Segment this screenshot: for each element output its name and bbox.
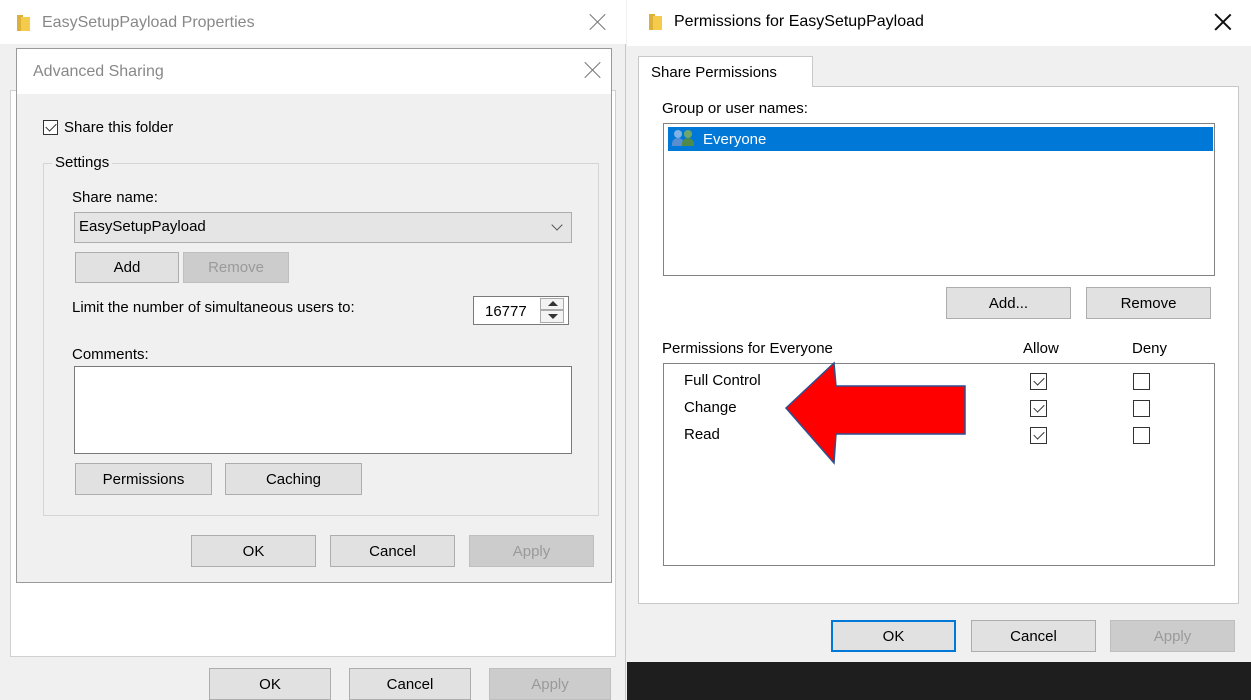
advanced-sharing-titlebar: Advanced Sharing bbox=[17, 49, 611, 94]
share-add-button[interactable]: Add bbox=[75, 252, 179, 283]
deny-change-checkbox[interactable] bbox=[1133, 400, 1150, 417]
comments-label: Comments: bbox=[72, 346, 149, 363]
perm-add-button[interactable]: Add... bbox=[946, 287, 1071, 319]
permissions-close-icon[interactable] bbox=[1213, 12, 1233, 32]
advanced-sharing-close-icon[interactable] bbox=[583, 60, 603, 80]
allow-column-header: Allow bbox=[1023, 340, 1059, 357]
permissions-titlebar: Permissions for EasySetupPayload bbox=[627, 0, 1251, 46]
permission-name: Read bbox=[684, 426, 720, 443]
users-group-icon bbox=[672, 130, 700, 148]
comments-textarea[interactable] bbox=[74, 366, 572, 454]
user-name: Everyone bbox=[703, 131, 767, 148]
share-name-combobox[interactable]: EasySetupPayload bbox=[74, 212, 572, 243]
spin-down-icon[interactable] bbox=[540, 310, 564, 323]
share-name-label: Share name: bbox=[72, 189, 158, 206]
permissions-title: Permissions for EasySetupPayload bbox=[674, 13, 924, 30]
properties-close-icon[interactable] bbox=[588, 12, 608, 32]
arrow-shape bbox=[784, 361, 966, 465]
settings-group-label: Settings bbox=[52, 154, 113, 171]
caching-button[interactable]: Caching bbox=[225, 463, 362, 495]
deny-full-control-checkbox[interactable] bbox=[1133, 373, 1150, 390]
advanced-cancel-button[interactable]: Cancel bbox=[330, 535, 455, 567]
share-folder-label[interactable]: Share this folder bbox=[64, 119, 173, 136]
properties-apply-button: Apply bbox=[489, 668, 611, 700]
allow-read-checkbox[interactable] bbox=[1030, 427, 1047, 444]
tab-label: Share Permissions bbox=[651, 64, 777, 81]
permissions-button[interactable]: Permissions bbox=[75, 463, 212, 495]
limit-users-label: Limit the number of simultaneous users t… bbox=[72, 299, 355, 316]
limit-users-spinner[interactable]: 16777 bbox=[473, 296, 569, 325]
deny-column-header: Deny bbox=[1132, 340, 1168, 357]
properties-titlebar: EasySetupPayload Properties bbox=[0, 0, 626, 44]
share-name-value: EasySetupPayload bbox=[79, 218, 206, 235]
permission-name: Full Control bbox=[684, 372, 761, 389]
perm-apply-button: Apply bbox=[1110, 620, 1235, 652]
folder-icon bbox=[17, 15, 30, 31]
folder-icon bbox=[649, 14, 662, 30]
red-arrow-annotation bbox=[784, 361, 966, 465]
share-folder-checkbox[interactable] bbox=[43, 120, 58, 135]
permission-name: Change bbox=[684, 399, 737, 416]
properties-ok-button[interactable]: OK bbox=[209, 668, 331, 700]
tab-share-permissions[interactable]: Share Permissions bbox=[638, 56, 813, 87]
taskbar bbox=[627, 662, 1251, 700]
spin-up-icon[interactable] bbox=[540, 298, 564, 310]
advanced-sharing-title: Advanced Sharing bbox=[33, 63, 164, 80]
properties-cancel-button[interactable]: Cancel bbox=[349, 668, 471, 700]
permissions-window: Permissions for EasySetupPayload Share P… bbox=[627, 0, 1251, 662]
permissions-for-label: Permissions for Everyone bbox=[662, 340, 833, 357]
group-names-label: Group or user names: bbox=[662, 100, 808, 117]
perm-remove-button[interactable]: Remove bbox=[1086, 287, 1211, 319]
advanced-sharing-dialog: Advanced Sharing Share this folder Setti… bbox=[16, 48, 612, 583]
deny-read-checkbox[interactable] bbox=[1133, 427, 1150, 444]
limit-users-value: 16777 bbox=[485, 303, 527, 320]
advanced-ok-button[interactable]: OK bbox=[191, 535, 316, 567]
allow-change-checkbox[interactable] bbox=[1030, 400, 1047, 417]
list-item[interactable]: Everyone bbox=[668, 127, 1213, 151]
group-names-listbox[interactable]: Everyone bbox=[663, 123, 1215, 276]
share-remove-button: Remove bbox=[183, 252, 289, 283]
perm-cancel-button[interactable]: Cancel bbox=[971, 620, 1096, 652]
perm-ok-button[interactable]: OK bbox=[831, 620, 956, 652]
chevron-down-icon bbox=[551, 219, 563, 231]
properties-title: EasySetupPayload Properties bbox=[42, 14, 255, 31]
advanced-apply-button: Apply bbox=[469, 535, 594, 567]
allow-full-control-checkbox[interactable] bbox=[1030, 373, 1047, 390]
